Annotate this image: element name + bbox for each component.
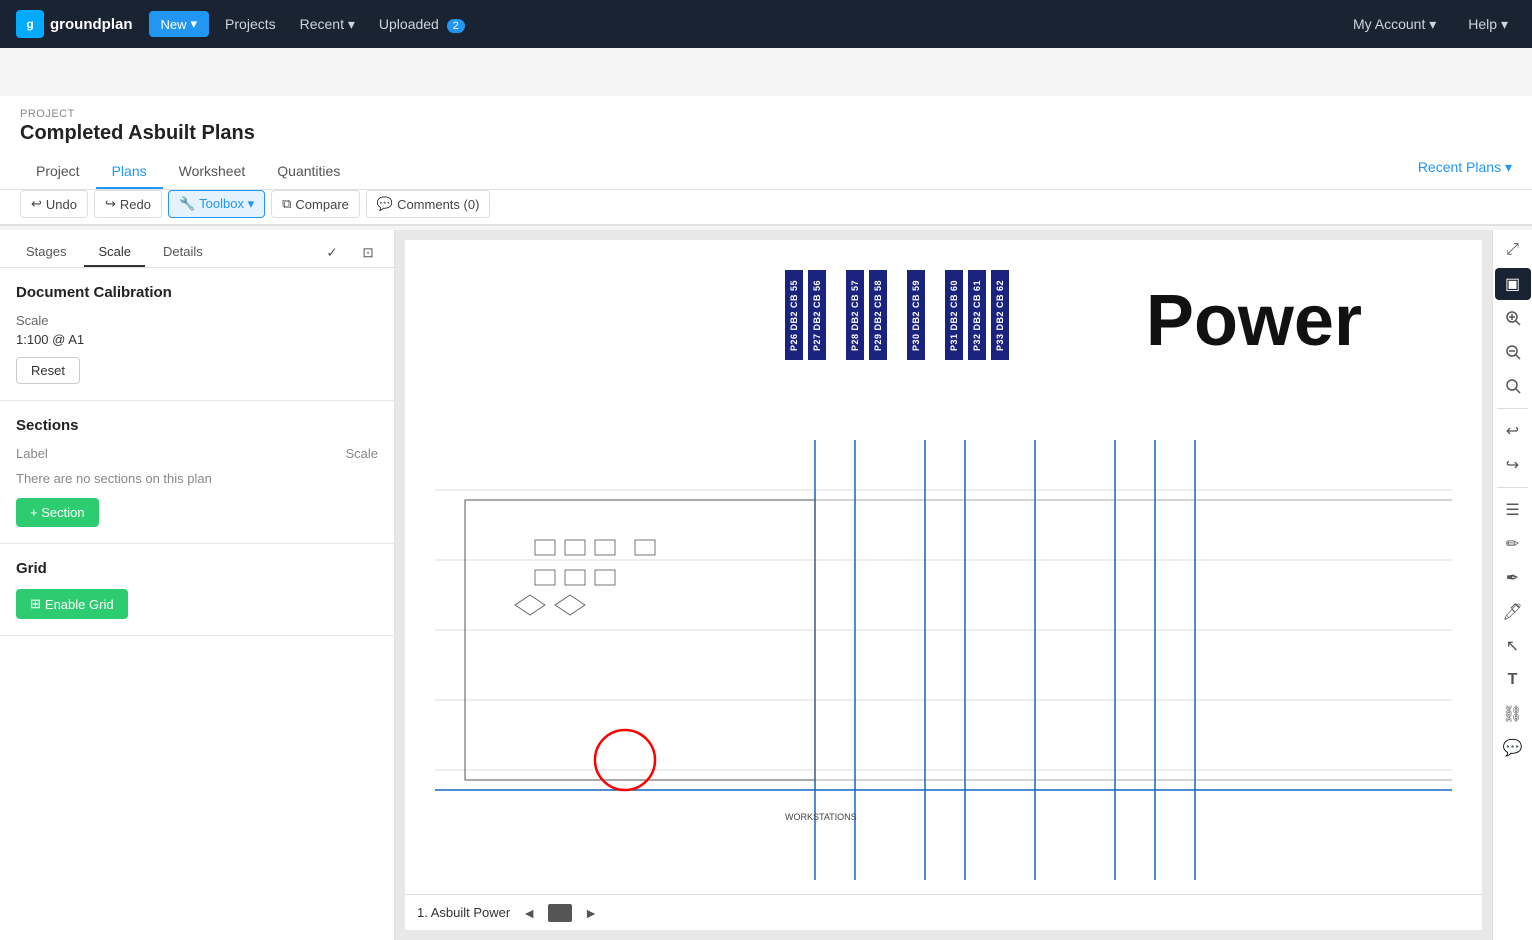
top-navigation: g groundplan New ▾ Projects Recent ▾ Upl… — [0, 0, 1532, 48]
draw-tool[interactable]: ✏ — [1495, 528, 1531, 560]
next-plan-button[interactable]: ► — [580, 903, 602, 923]
zoom-out-icon — [1505, 344, 1521, 360]
scale-label: Scale — [16, 313, 378, 328]
plan-nav-center — [548, 904, 572, 922]
pen-tool[interactable]: ✒ — [1495, 562, 1531, 594]
recent-link[interactable]: Recent ▾ — [292, 12, 363, 37]
wrench-icon: 🔧 — [179, 196, 195, 212]
pointer-tool[interactable]: ↖ — [1495, 630, 1531, 662]
list-tool[interactable]: ☰ — [1495, 494, 1531, 526]
tab-plans[interactable]: Plans — [96, 155, 163, 189]
left-panel-tabs: Stages Scale Details ✓ ⊡ — [0, 230, 394, 268]
zoom-in-icon — [1505, 310, 1521, 326]
svg-text:WORKSTATIONS: WORKSTATIONS — [785, 812, 857, 822]
col-5: P31 DB2 CB 60 — [945, 270, 963, 360]
check-icon-btn[interactable]: ✓ — [318, 239, 346, 267]
col-2: P28 DB2 CB 57 — [846, 270, 864, 360]
undo-tool[interactable]: ↩ — [1495, 415, 1531, 447]
project-label: PROJECT — [20, 108, 1512, 120]
divider-2 — [1497, 487, 1528, 488]
sections-title: Sections — [16, 417, 378, 434]
divider-1 — [1497, 408, 1528, 409]
scale-value: 1:100 @ A1 — [16, 332, 378, 347]
new-button[interactable]: New ▾ — [149, 11, 210, 37]
power-title: Power — [1146, 280, 1362, 362]
col-6: P32 DB2 CB 61 — [968, 270, 986, 360]
plan-nav-name: 1. Asbuilt Power — [417, 905, 510, 920]
compare-button[interactable]: ⧉ Compare — [271, 190, 360, 218]
sections-section: Sections Label Scale There are no sectio… — [0, 401, 394, 544]
compare-icon: ⧉ — [282, 196, 291, 212]
chat-tool[interactable]: 💬 — [1495, 732, 1531, 764]
projects-link[interactable]: Projects — [217, 12, 284, 36]
expand-tool[interactable]: ⤢ — [1495, 234, 1531, 266]
undo-button[interactable]: ↩ Undo — [20, 190, 88, 218]
sections-header: Label Scale — [16, 446, 378, 461]
logo-text: groundplan — [50, 16, 133, 33]
scale-col-header: Scale — [345, 446, 378, 461]
grid-icon: ⊞ — [30, 596, 41, 612]
document-calibration-section: Document Calibration Scale 1:100 @ A1 Re… — [0, 268, 394, 401]
main-layout: Stages Scale Details ✓ ⊡ Document Calibr… — [0, 230, 1532, 940]
uploaded-badge: 2 — [447, 19, 465, 33]
document-calibration-title: Document Calibration — [16, 284, 378, 301]
col-0: P26 DB2 CB 55 — [785, 270, 803, 360]
tab-icons: ✓ ⊡ — [318, 239, 382, 267]
col-4: P30 DB2 CB 59 — [907, 270, 925, 360]
zoom-out-tool[interactable] — [1495, 336, 1531, 368]
recent-plans-button[interactable]: Recent Plans ▾ — [1418, 159, 1512, 186]
reset-button[interactable]: Reset — [16, 357, 80, 384]
logo-icon: g — [16, 10, 44, 38]
toolbox-button[interactable]: 🔧 Toolbox ▾ — [168, 190, 265, 218]
tab-quantities[interactable]: Quantities — [261, 155, 356, 189]
enable-grid-button[interactable]: ⊞ Enable Grid — [16, 589, 128, 619]
bookmark-icon-btn[interactable]: ⊡ — [354, 239, 382, 267]
prev-plan-button[interactable]: ◄ — [518, 903, 540, 923]
comment-icon: 💬 — [377, 196, 393, 212]
left-panel: Stages Scale Details ✓ ⊡ Document Calibr… — [0, 230, 395, 940]
canvas-area[interactable]: Power P26 DB2 CB 55 P27 DB2 CB 56 P28 DB… — [395, 230, 1492, 940]
right-tools-panel: ⤢ ▣ ↩ ↪ ☰ ✏ ✒ — [1492, 230, 1532, 940]
edit-tool[interactable]: 🖊 — [1495, 596, 1531, 628]
col-1: P27 DB2 CB 56 — [808, 270, 826, 360]
zoom-fit-icon — [1505, 378, 1521, 394]
tab-worksheet[interactable]: Worksheet — [163, 155, 262, 189]
link-tool[interactable]: ⛓ — [1495, 698, 1531, 730]
plan-content: Power P26 DB2 CB 55 P27 DB2 CB 56 P28 DB… — [405, 240, 1482, 930]
nav-right: My Account ▾ Help ▾ — [1345, 12, 1516, 37]
col-7: P33 DB2 CB 62 — [991, 270, 1009, 360]
logo-area: g groundplan — [16, 10, 133, 38]
text-tool[interactable]: T — [1495, 664, 1531, 696]
zoom-fit-tool[interactable] — [1495, 370, 1531, 402]
project-header: PROJECT Completed Asbuilt Plans Project … — [0, 96, 1532, 190]
blue-columns-group: P26 DB2 CB 55 P27 DB2 CB 56 P28 DB2 CB 5… — [785, 270, 1009, 360]
redo-icon: ↪ — [105, 196, 116, 212]
help-link[interactable]: Help ▾ — [1460, 12, 1516, 37]
uploaded-link[interactable]: Uploaded 2 — [371, 12, 473, 36]
blueprint-area: WORKSTATIONS — [435, 440, 1452, 880]
toolbar: ↩ Undo ↪ Redo 🔧 Toolbox ▾ ⧉ Compare 💬 Co… — [0, 184, 1532, 225]
blueprint-svg: WORKSTATIONS — [435, 440, 1452, 880]
project-title: Completed Asbuilt Plans — [20, 122, 1512, 145]
project-tabs: Project Plans Worksheet Quantities — [20, 155, 356, 189]
label-col-header: Label — [16, 446, 345, 461]
add-section-button[interactable]: + Section — [16, 498, 99, 527]
comments-button[interactable]: 💬 Comments (0) — [366, 190, 491, 218]
undo-icon: ↩ — [31, 196, 42, 212]
grid-section: Grid ⊞ Enable Grid — [0, 544, 394, 636]
my-account-link[interactable]: My Account ▾ — [1345, 12, 1444, 37]
redo-button[interactable]: ↪ Redo — [94, 190, 162, 218]
tab-scale[interactable]: Scale — [84, 238, 145, 267]
tab-stages[interactable]: Stages — [12, 238, 80, 267]
tab-project[interactable]: Project — [20, 155, 96, 189]
sections-empty-message: There are no sections on this plan — [16, 471, 378, 486]
redo-tool[interactable]: ↪ — [1495, 449, 1531, 481]
grid-title: Grid — [16, 560, 378, 577]
bottom-plan-nav: 1. Asbuilt Power ◄ ► — [405, 894, 1482, 930]
layers-tool[interactable]: ▣ — [1495, 268, 1531, 300]
tab-details[interactable]: Details — [149, 238, 217, 267]
col-3: P29 DB2 CB 58 — [869, 270, 887, 360]
zoom-in-tool[interactable] — [1495, 302, 1531, 334]
